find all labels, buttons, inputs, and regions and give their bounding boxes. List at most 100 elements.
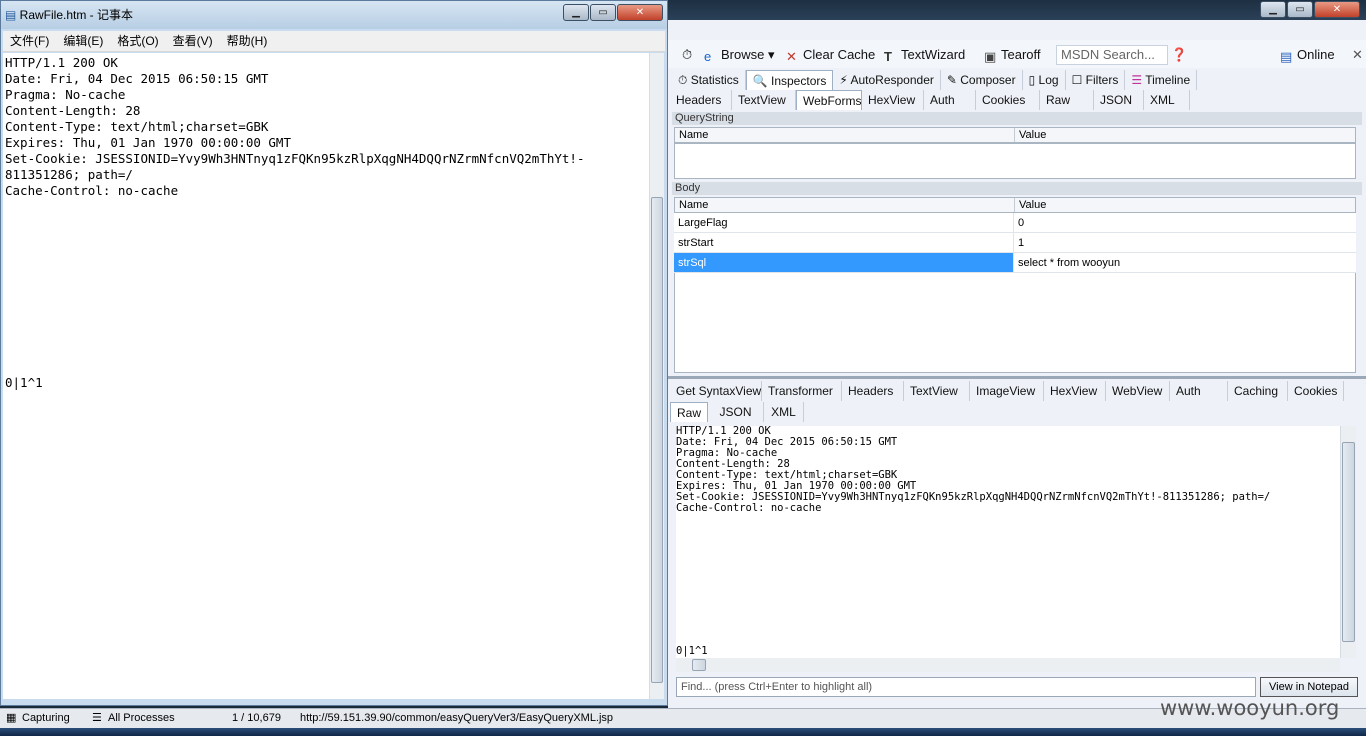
np-minimize-button[interactable]: ▁ (563, 4, 589, 21)
tab-resp-raw[interactable]: Raw (670, 402, 708, 422)
tab-req-xml[interactable]: XML (1144, 90, 1190, 110)
tab-req-json[interactable]: JSON (1094, 90, 1144, 110)
menu-format[interactable]: 格式(O) (110, 31, 165, 51)
splitter[interactable] (668, 376, 1366, 379)
stopwatch-icon[interactable]: ⏱ (682, 46, 692, 64)
np-close-button[interactable]: ✕ (617, 4, 663, 21)
tab-resp-xml[interactable]: XML (764, 402, 804, 422)
notepad-title: ▤ RawFile.htm - 记事本 (5, 8, 134, 22)
tab-resp-auth[interactable]: Auth (1170, 381, 1228, 401)
tab-resp-transformer[interactable]: Transformer (762, 381, 842, 401)
notepad-window: ▤ RawFile.htm - 记事本 ▁ ▭ ✕ 文件(F) 编辑(E) 格式… (0, 0, 668, 706)
pencil-icon: ✎ (946, 73, 961, 87)
tab-req-hexview[interactable]: HexView (862, 90, 924, 110)
network-icon: ▤ (1280, 49, 1293, 64)
tab-timeline[interactable]: ☰ Timeline (1125, 70, 1198, 90)
tab-req-cookies[interactable]: Cookies (976, 90, 1040, 110)
clear-cache-button[interactable]: ✕ Clear Cache (786, 46, 875, 64)
tab-resp-imageview[interactable]: ImageView (970, 381, 1044, 401)
tab-req-textview[interactable]: TextView (732, 90, 796, 110)
eraser-icon: ✕ (786, 49, 797, 64)
wizard-icon: T (884, 49, 892, 64)
raw-response-text[interactable]: HTTP/1.1 200 OK Date: Fri, 04 Dec 2015 0… (676, 426, 1340, 658)
maximize-button[interactable]: ▭ (1287, 1, 1313, 18)
row-name: strStart (674, 233, 1014, 252)
querystring-grid[interactable] (674, 143, 1356, 179)
taskbar (0, 728, 1366, 736)
tab-resp-syntaxview[interactable]: Get SyntaxView (670, 381, 762, 401)
tab-req-headers[interactable]: Headers (670, 90, 732, 110)
response-tabs: Get SyntaxView Transformer Headers TextV… (670, 381, 1344, 401)
raw-hscrollbar[interactable] (676, 658, 1340, 672)
filter-icon: ☰ (92, 712, 102, 724)
table-row[interactable]: strStart 1 (674, 233, 1356, 253)
tab-autoresponder[interactable]: ⚡ AutoResponder (833, 70, 941, 90)
capturing-status[interactable]: Capturing (22, 709, 70, 728)
body-col-value[interactable]: Value (1015, 198, 1355, 212)
help-icon[interactable]: ❓ (1171, 46, 1187, 64)
tab-log[interactable]: ▯ Log (1023, 70, 1066, 90)
notepad-menubar: 文件(F) 编辑(E) 格式(O) 查看(V) 帮助(H) (3, 31, 665, 52)
body-label: Body (672, 182, 1362, 195)
close-button[interactable]: ✕ (1314, 1, 1360, 18)
process-filter[interactable]: All Processes (108, 709, 175, 728)
np-maximize-button[interactable]: ▭ (590, 4, 616, 21)
raw-vscrollbar[interactable] (1340, 426, 1356, 658)
menu-view[interactable]: 查看(V) (166, 31, 220, 51)
close-toolbar-icon[interactable]: ✕ (1352, 46, 1363, 64)
watermark: www.wooyun.org (1160, 696, 1340, 720)
minimize-button[interactable]: ▁ (1260, 1, 1286, 18)
tearoff-icon: ▣ (984, 49, 997, 64)
request-tabs: Headers TextView WebForms HexView Auth C… (670, 90, 1190, 110)
tab-resp-cookies[interactable]: Cookies (1288, 381, 1344, 401)
row-name: strSql (674, 253, 1014, 272)
querystring-header: Name Value (674, 127, 1356, 143)
textwizard-button[interactable]: T TextWizard (884, 46, 965, 64)
table-row-selected[interactable]: strSql select * from wooyun (674, 253, 1356, 273)
tab-statistics[interactable]: ⏱ Statistics (672, 70, 746, 90)
notepad-icon: ▤ (5, 8, 20, 22)
hscroll-thumb[interactable] (692, 659, 706, 671)
response-subtabs: Raw JSON XML (670, 402, 804, 422)
querystring-label: QueryString (672, 112, 1362, 125)
qs-col-name[interactable]: Name (675, 128, 1015, 142)
msdn-search-input[interactable]: MSDN Search... (1056, 45, 1168, 65)
tab-req-raw[interactable]: Raw (1040, 90, 1094, 110)
menu-help[interactable]: 帮助(H) (220, 31, 275, 51)
tab-resp-headers[interactable]: Headers (842, 381, 904, 401)
browse-button[interactable]: e Browse ▾ (704, 46, 775, 64)
lightning-icon: ⚡ (839, 73, 851, 87)
qs-col-value[interactable]: Value (1015, 128, 1355, 142)
tab-composer[interactable]: ✎ Composer (941, 70, 1023, 90)
tab-resp-hexview[interactable]: HexView (1044, 381, 1106, 401)
tearoff-button[interactable]: ▣ Tearoff (984, 46, 1041, 64)
tab-resp-json[interactable]: JSON (708, 402, 764, 422)
notepad-editor[interactable]: HTTP/1.1 200 OK Date: Fri, 04 Dec 2015 0… (3, 53, 649, 699)
scroll-thumb[interactable] (1342, 442, 1355, 642)
stopwatch-icon: ⏱ (678, 73, 691, 87)
table-row[interactable]: LargeFlag 0 (674, 213, 1356, 233)
menu-file[interactable]: 文件(F) (3, 31, 56, 51)
find-input[interactable]: Find... (press Ctrl+Enter to highlight a… (676, 677, 1256, 697)
row-value: select * from wooyun (1018, 257, 1121, 269)
body-col-name[interactable]: Name (675, 198, 1015, 212)
tab-req-webforms[interactable]: WebForms (796, 90, 862, 110)
tab-resp-caching[interactable]: Caching (1228, 381, 1288, 401)
menu-edit[interactable]: 编辑(E) (56, 31, 110, 51)
view-in-notepad-button[interactable]: View in Notepad (1260, 677, 1358, 697)
capture-icon[interactable]: ▦ (6, 709, 16, 728)
tab-resp-webview[interactable]: WebView (1106, 381, 1170, 401)
tab-filters[interactable]: ☐ Filters (1066, 70, 1126, 90)
notepad-vscrollbar[interactable] (649, 53, 664, 699)
tab-inspectors[interactable]: 🔍 Inspectors (745, 70, 834, 90)
online-indicator[interactable]: ▤ Online (1280, 46, 1335, 64)
row-name: LargeFlag (674, 213, 1014, 232)
session-url: http://59.151.39.90/common/easyQueryVer3… (300, 712, 614, 724)
tab-resp-textview[interactable]: TextView (904, 381, 970, 401)
main-tabs: ⏱ Statistics 🔍 Inspectors ⚡ AutoResponde… (672, 70, 1198, 90)
body-header: Name Value (674, 197, 1356, 213)
tab-req-auth[interactable]: Auth (924, 90, 976, 110)
np-scroll-thumb[interactable] (651, 197, 663, 683)
session-count: 1 / 10,679 (232, 712, 281, 724)
magnifier-icon: 🔍 (752, 74, 771, 88)
